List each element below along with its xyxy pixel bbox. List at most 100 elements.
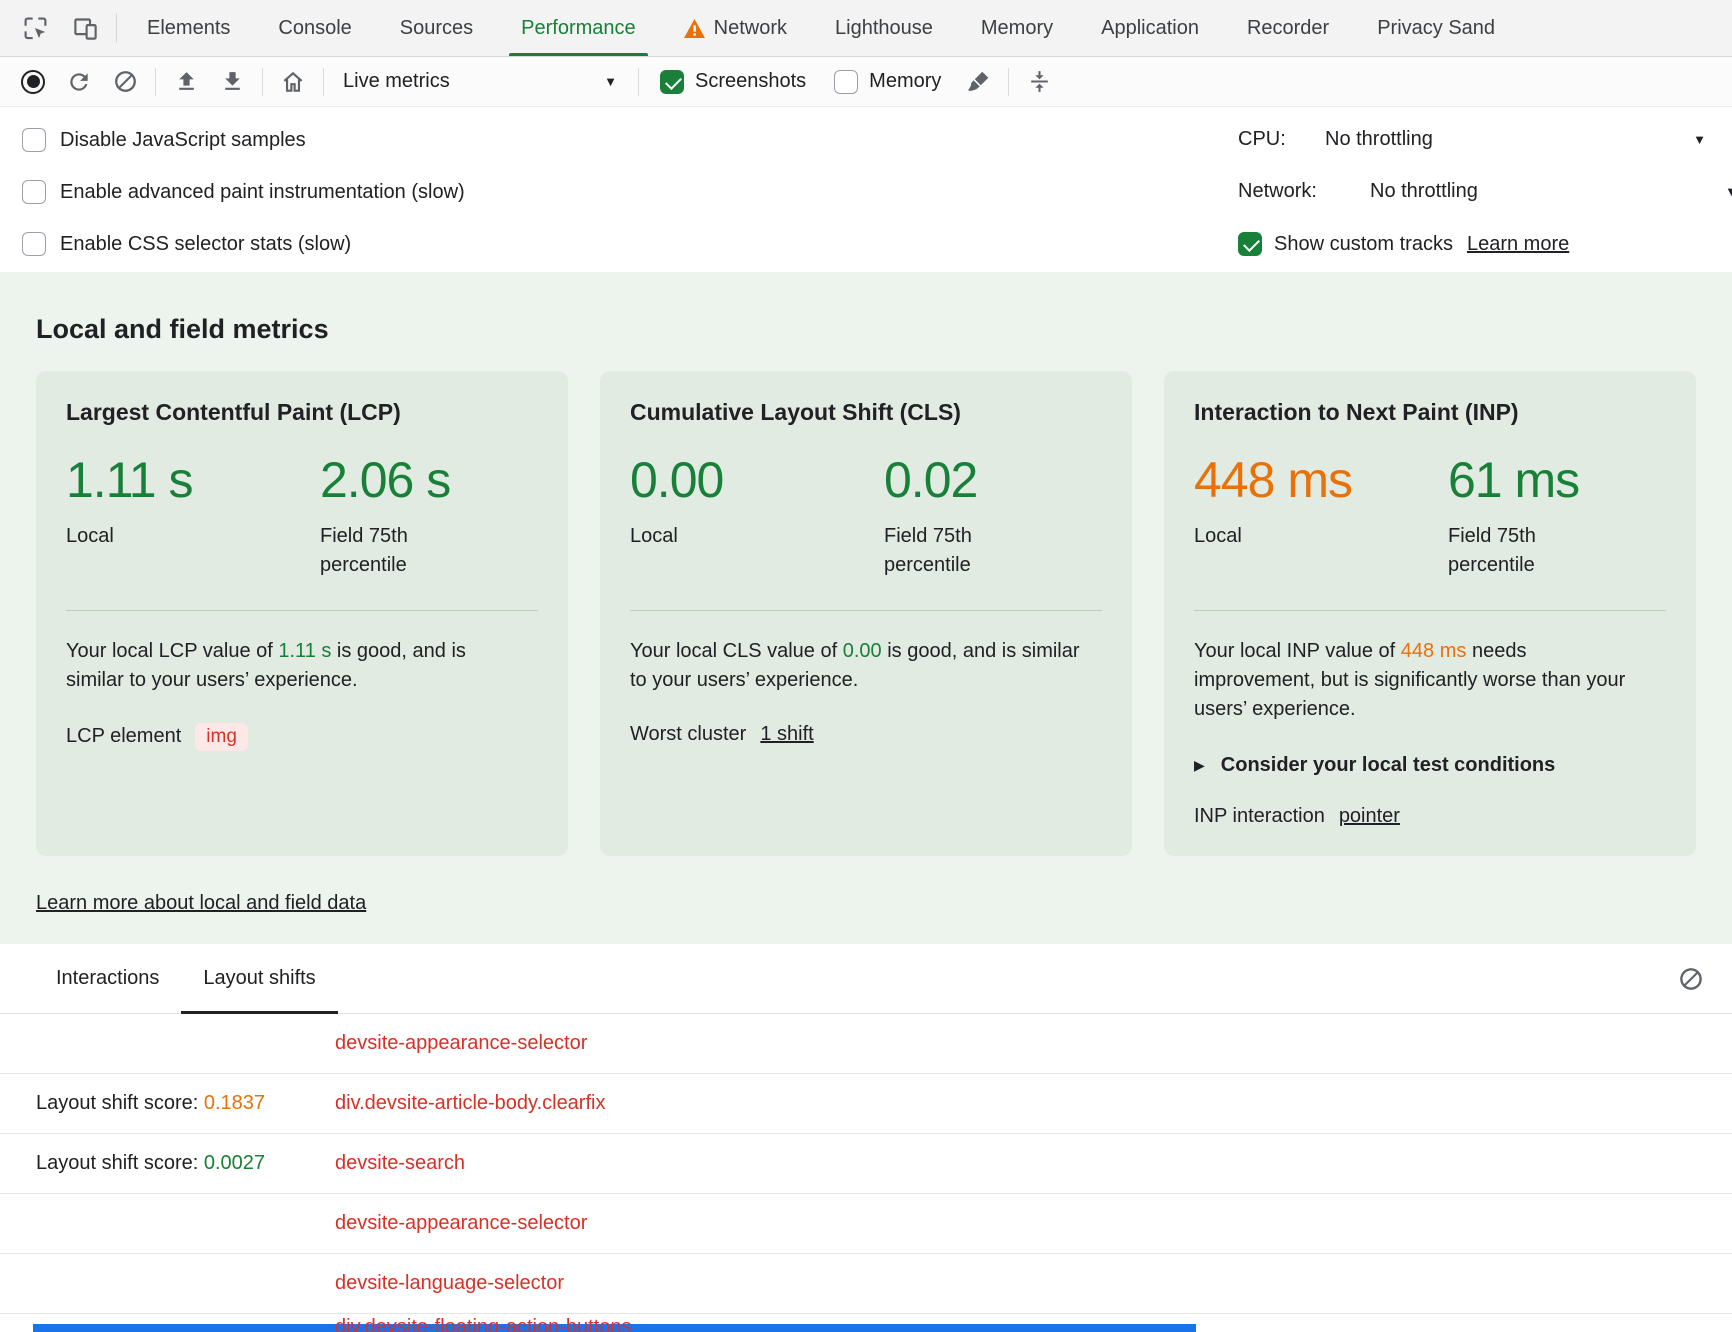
tab-interactions[interactable]: Interactions (34, 944, 181, 1013)
local-label: Local (66, 522, 194, 551)
tab-label: Network (714, 17, 787, 40)
tab-application[interactable]: Application (1077, 0, 1223, 56)
record-and-reload-button[interactable] (56, 61, 102, 103)
clear-button[interactable] (102, 61, 148, 103)
learn-more-link[interactable]: Learn more (1467, 233, 1569, 256)
element-link[interactable]: devsite-search (335, 1152, 465, 1175)
layout-shift-row[interactable]: devsite-appearance-selector (0, 1194, 1732, 1254)
card-title: Interaction to Next Paint (INP) (1194, 399, 1666, 426)
checkbox-unchecked-icon (22, 180, 46, 204)
lcp-element-label: LCP element (66, 725, 181, 748)
screenshots-checkbox[interactable]: Screenshots (646, 70, 820, 94)
expander-triangle-icon: ▶ (1194, 757, 1205, 774)
clear-log-button[interactable] (1678, 966, 1704, 992)
load-profile-button[interactable] (163, 61, 209, 103)
toolbar-divider (155, 68, 156, 96)
tab-privacy-sandbox[interactable]: Privacy Sand (1353, 0, 1519, 56)
record-icon (21, 70, 45, 94)
checkbox-checked-icon (1238, 232, 1262, 256)
cls-local-value: 0.00 (630, 452, 884, 510)
cpu-throttling-label: CPU: (1238, 128, 1311, 151)
show-custom-tracks-checkbox[interactable]: Show custom tracks (1238, 232, 1453, 256)
log-tab-strip: Interactions Layout shifts (0, 944, 1732, 1014)
layout-shift-row[interactable]: devsite-language-selector (0, 1254, 1732, 1314)
lcp-card: Largest Contentful Paint (LCP) 1.11 s Lo… (36, 371, 568, 856)
inspect-element-button[interactable] (10, 0, 60, 56)
tabbar-divider (116, 14, 117, 42)
tab-recorder[interactable]: Recorder (1223, 0, 1353, 56)
toolbar-divider (262, 68, 263, 96)
cpu-throttling-value: No throttling (1325, 128, 1433, 151)
devtools-tab-bar: Elements Console Sources Performance Net… (0, 0, 1732, 57)
lcp-field-value: 2.06 s (320, 452, 450, 510)
save-profile-button[interactable] (209, 61, 255, 103)
cls-description: Your local CLS value of 0.00 is good, an… (630, 637, 1082, 695)
cpu-throttling-row: CPU: No throttling ▼ (1238, 128, 1706, 151)
tab-memory[interactable]: Memory (957, 0, 1077, 56)
disable-js-samples-label: Disable JavaScript samples (60, 129, 306, 152)
toolbar-divider (638, 68, 639, 96)
element-link[interactable]: devsite-appearance-selector (335, 1032, 587, 1055)
show-custom-tracks-row: Show custom tracks Learn more (1238, 232, 1569, 256)
cls-field-value: 0.02 (884, 452, 1012, 510)
capture-settings-pane: Disable JavaScript samples Enable advanc… (0, 107, 1732, 272)
tab-elements[interactable]: Elements (123, 0, 254, 56)
inp-description: Your local INP value of 448 ms needs imp… (1194, 637, 1646, 724)
device-toolbar-button[interactable] (60, 0, 110, 56)
screenshots-label: Screenshots (695, 70, 806, 93)
layout-shift-score-cell: Layout shift score: 0.1837 (36, 1092, 335, 1115)
inp-card: Interaction to Next Paint (INP) 448 ms L… (1164, 371, 1696, 856)
layout-shift-score-value: 0.0027 (204, 1152, 265, 1174)
field-label: Field 75th percentile (1448, 522, 1576, 580)
learn-more-local-field-link[interactable]: Learn more about local and field data (36, 892, 366, 915)
inspect-cursor-icon (22, 15, 49, 42)
layout-shift-row[interactable]: devsite-appearance-selector (0, 1014, 1732, 1074)
layout-shift-score-label: Layout shift score: (36, 1092, 204, 1114)
history-dropdown-label: Live metrics (343, 70, 450, 93)
local-test-conditions-expander[interactable]: ▶ Consider your local test conditions (1194, 754, 1666, 777)
disable-js-samples-checkbox[interactable]: Disable JavaScript samples (22, 128, 306, 152)
lcp-element-link[interactable]: img (195, 723, 248, 751)
tab-network[interactable]: Network (660, 0, 811, 56)
network-throttling-select[interactable]: No throttling ▼ (1370, 180, 1732, 203)
brush-icon (966, 69, 991, 94)
card-divider (630, 610, 1102, 611)
element-link[interactable]: devsite-language-selector (335, 1272, 564, 1295)
chevron-down-icon: ▼ (1725, 184, 1732, 199)
cpu-throttling-select[interactable]: No throttling ▼ (1325, 128, 1706, 151)
record-button[interactable] (10, 61, 56, 103)
tab-label: Privacy Sand (1377, 17, 1495, 40)
tab-sources[interactable]: Sources (376, 0, 497, 56)
tab-lighthouse[interactable]: Lighthouse (811, 0, 957, 56)
lcp-description: Your local LCP value of 1.11 s is good, … (66, 637, 518, 695)
capture-settings-button[interactable] (1016, 61, 1062, 103)
memory-checkbox[interactable]: Memory (820, 70, 955, 94)
chevron-down-icon: ▼ (1693, 132, 1706, 147)
layout-shift-row[interactable]: Layout shift score: 0.0027 devsite-searc… (0, 1134, 1732, 1194)
checkbox-unchecked-icon (22, 232, 46, 256)
element-link[interactable]: div.devsite-floating-action-buttons (335, 1316, 631, 1332)
tab-label: Elements (147, 17, 230, 40)
element-link[interactable]: devsite-appearance-selector (335, 1212, 587, 1235)
tab-label: Application (1101, 17, 1199, 40)
inp-interaction-label: INP interaction (1194, 805, 1325, 828)
tab-console[interactable]: Console (254, 0, 375, 56)
network-throttling-value: No throttling (1370, 180, 1478, 203)
tab-layout-shifts[interactable]: Layout shifts (181, 944, 337, 1013)
network-throttling-label: Network: (1238, 180, 1356, 203)
inp-interaction-link[interactable]: pointer (1339, 805, 1400, 828)
layout-shift-row[interactable]: Layout shift score: 0.1837 div.devsite-a… (0, 1074, 1732, 1134)
advanced-paint-checkbox[interactable]: Enable advanced paint instrumentation (s… (22, 180, 465, 204)
css-selector-stats-checkbox[interactable]: Enable CSS selector stats (slow) (22, 232, 351, 256)
tab-performance[interactable]: Performance (497, 0, 660, 56)
home-button[interactable] (270, 61, 316, 103)
element-link[interactable]: div.devsite-article-body.clearfix (335, 1092, 605, 1115)
tab-label: Console (278, 17, 351, 40)
collect-garbage-button[interactable] (955, 61, 1001, 103)
network-throttling-row: Network: No throttling ▼ (1238, 180, 1732, 203)
worst-cluster-link[interactable]: 1 shift (760, 723, 813, 746)
upload-icon (174, 69, 199, 94)
field-label: Field 75th percentile (320, 522, 448, 580)
devtools-window: Elements Console Sources Performance Net… (0, 0, 1732, 1332)
history-dropdown[interactable]: Live metrics ▼ (331, 63, 631, 101)
